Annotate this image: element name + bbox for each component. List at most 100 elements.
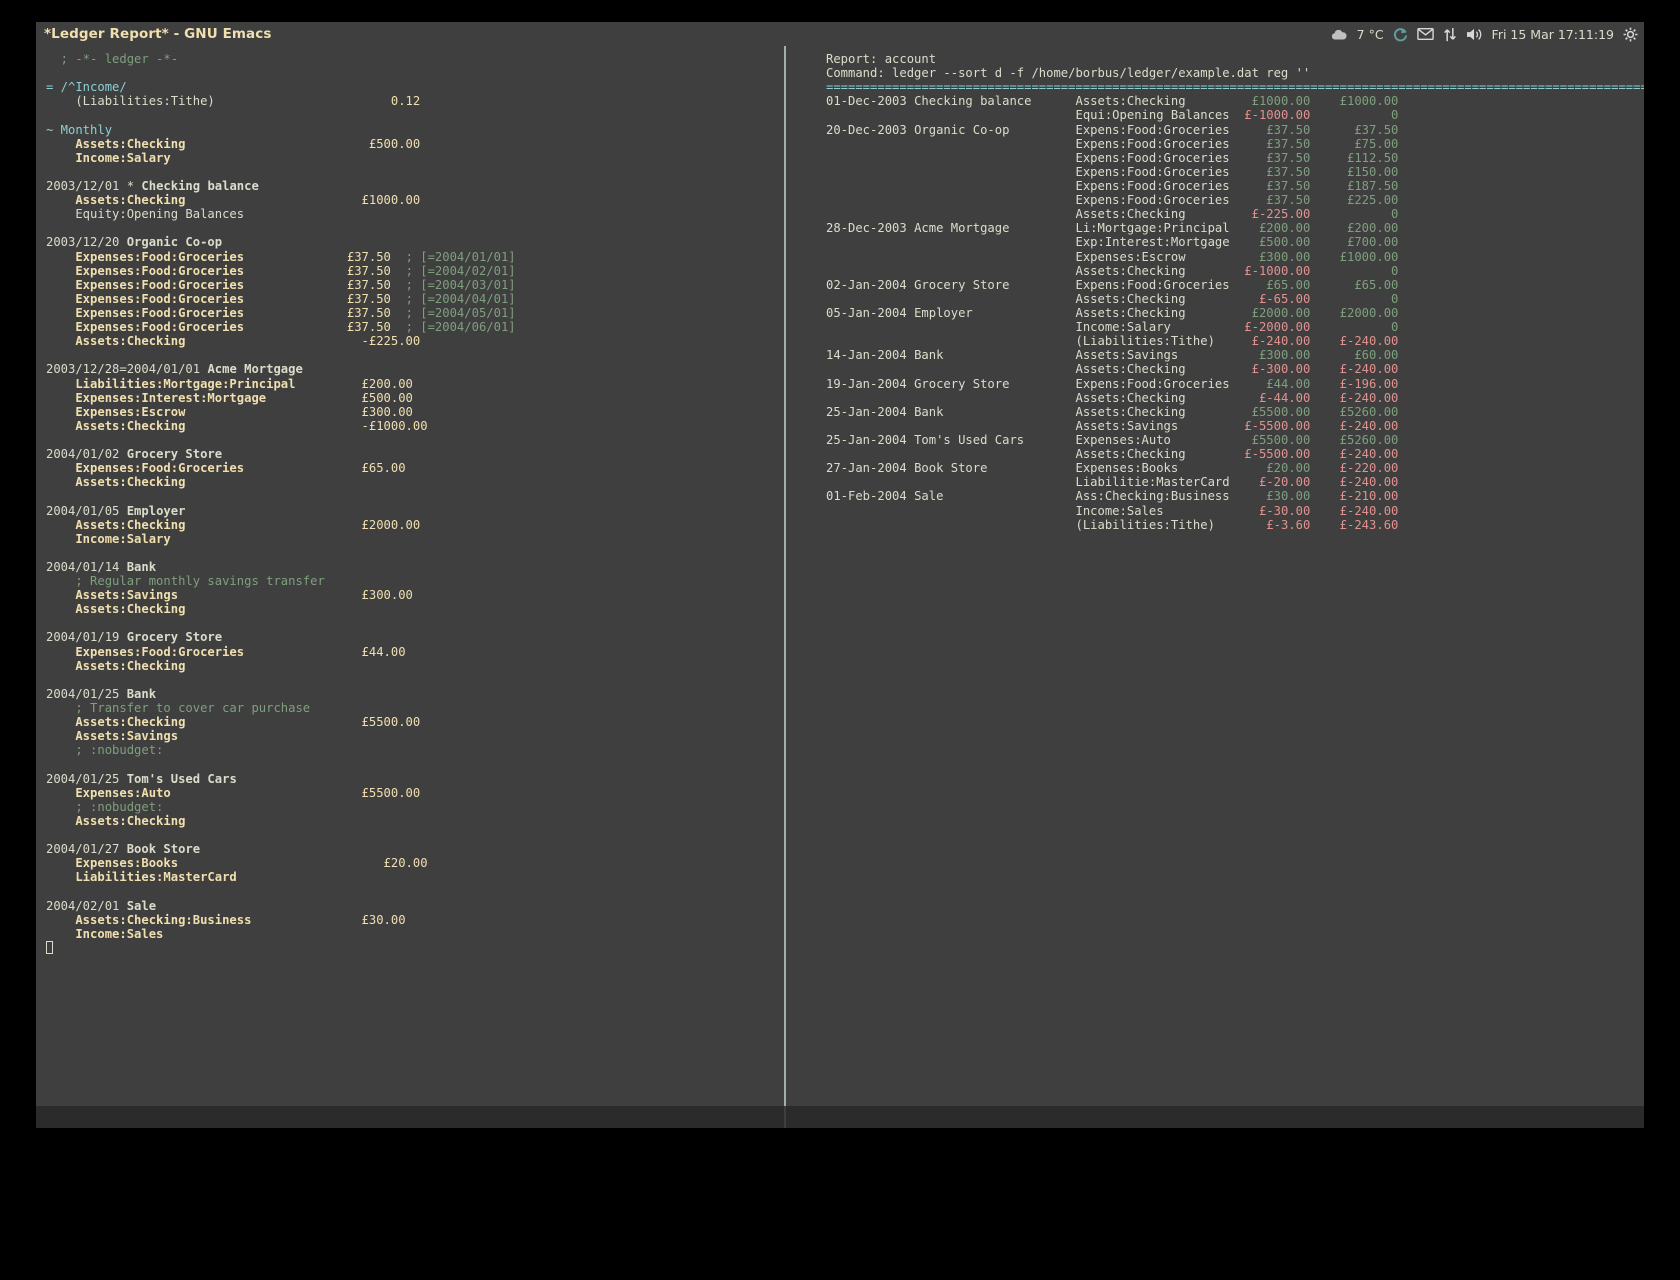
report-running-total: £37.50 xyxy=(1325,123,1398,137)
posting-account: Expenses:Books xyxy=(46,856,178,870)
source-periodic-xact: ~ Monthly xyxy=(46,123,112,137)
posting-account: Expenses:Interest:Mortgage xyxy=(46,391,266,405)
report-payee xyxy=(914,235,1075,249)
report-account: Expenses:Auto xyxy=(1076,433,1237,447)
report-payee: Organic Co-op xyxy=(914,123,1075,137)
source-line: 2004/01/05 Employer xyxy=(36,504,784,518)
source-line: Assets:Checking xyxy=(36,814,784,828)
posting-account: Assets:Checking xyxy=(46,334,185,348)
source-line: Expenses:Food:Groceries £65.00 xyxy=(36,461,784,475)
source-line: ; -*- ledger -*- xyxy=(36,52,784,66)
report-payee xyxy=(914,264,1075,278)
posting-note: ; [=2004/04/01] xyxy=(391,292,516,306)
ledger-report-text[interactable]: Report: accountCommand: ledger --sort d … xyxy=(786,46,1644,532)
report-amount: £-3.60 xyxy=(1237,518,1325,532)
report-payee xyxy=(914,504,1075,518)
posting-amount: £5500.00 xyxy=(362,786,421,800)
posting-amount: £300.00 xyxy=(362,588,413,602)
source-line: Assets:Savings £300.00 xyxy=(36,588,784,602)
report-payee: Tom's Used Cars xyxy=(914,433,1075,447)
posting-note: ; [=2004/05/01] xyxy=(391,306,516,320)
report-date xyxy=(826,250,914,264)
report-date: 28-Dec-2003 xyxy=(826,221,914,235)
gear-icon[interactable] xyxy=(1623,27,1638,42)
posting-account: Expenses:Food:Groceries xyxy=(46,278,244,292)
ledger-source-text[interactable]: ; -*- ledger -*- = /^Income/ (Liabilitie… xyxy=(36,46,784,955)
report-account: Assets:Checking xyxy=(1076,306,1237,320)
source-line: Assets:Checking -£1000.00 xyxy=(36,419,784,433)
modeline-left[interactable]: -U:@--- example.dat All (64,0) (Ledger y… xyxy=(36,1106,784,1128)
table-row: Expens:Food:Groceries £37.50 £112.50 xyxy=(786,151,1644,165)
modeline-right[interactable]: -U:@%%- *Ledger Report* All (4,0) (Ledge… xyxy=(786,1106,1644,1128)
table-row: Income:Salary £-2000.00 0 xyxy=(786,320,1644,334)
volume-icon[interactable] xyxy=(1466,27,1483,42)
posting-account: Liabilities:MasterCard xyxy=(46,870,237,884)
report-payee: Grocery Store xyxy=(914,278,1075,292)
report-running-total: £112.50 xyxy=(1325,151,1398,165)
report-amount: £44.00 xyxy=(1237,377,1325,391)
source-line: Assets:Checking -£225.00 xyxy=(36,334,784,348)
report-payee: Grocery Store xyxy=(914,377,1075,391)
report-amount: £-300.00 xyxy=(1237,362,1325,376)
xact-payee: Bank xyxy=(127,560,156,574)
report-running-total: £-240.00 xyxy=(1325,391,1398,405)
table-row: 01-Dec-2003 Checking balance Assets:Chec… xyxy=(786,94,1644,108)
xact-date: 2003/12/01 xyxy=(46,179,127,193)
posting-amount: £37.50 xyxy=(347,306,391,320)
report-amount: £5500.00 xyxy=(1237,433,1325,447)
posting-account: Expenses:Food:Groceries xyxy=(46,264,244,278)
report-running-total: £150.00 xyxy=(1325,165,1398,179)
xact-payee: Employer xyxy=(127,504,186,518)
source-line: Assets:Savings xyxy=(36,729,784,743)
xact-date: 2003/12/20 xyxy=(46,235,127,249)
xact-payee: Grocery Store xyxy=(127,447,222,461)
report-amount: £-30.00 xyxy=(1237,504,1325,518)
source-line: Expenses:Escrow £300.00 xyxy=(36,405,784,419)
table-row: Expens:Food:Groceries £37.50 £225.00 xyxy=(786,193,1644,207)
emacs-frame: ; -*- ledger -*- = /^Income/ (Liabilitie… xyxy=(36,46,1644,1128)
source-line xyxy=(36,546,784,560)
report-date: 05-Jan-2004 xyxy=(826,306,914,320)
mail-icon[interactable] xyxy=(1417,28,1434,40)
report-account: Expens:Food:Groceries xyxy=(1076,137,1237,151)
source-line: Expenses:Food:Groceries £37.50 ; [=2004/… xyxy=(36,306,784,320)
posting-account: Expenses:Auto xyxy=(46,786,171,800)
ledger-report-window[interactable]: Report: accountCommand: ledger --sort d … xyxy=(786,46,1644,1106)
report-payee xyxy=(914,165,1075,179)
report-amount: £2000.00 xyxy=(1237,306,1325,320)
network-updown-icon[interactable] xyxy=(1443,27,1457,42)
report-running-total: £65.00 xyxy=(1325,278,1398,292)
report-date: 25-Jan-2004 xyxy=(826,433,914,447)
posting-account: Expenses:Escrow xyxy=(46,405,185,419)
window-titlebar: *Ledger Report* - GNU Emacs 7 °C xyxy=(36,22,1644,46)
source-line xyxy=(36,616,784,630)
table-row: 02-Jan-2004 Grocery Store Expens:Food:Gr… xyxy=(786,278,1644,292)
posting-account: Assets:Checking xyxy=(46,715,185,729)
report-amount: £-1000.00 xyxy=(1237,108,1325,122)
table-row: 19-Jan-2004 Grocery Store Expens:Food:Gr… xyxy=(786,377,1644,391)
report-running-total: £-240.00 xyxy=(1325,362,1398,376)
source-line: ; Transfer to cover car purchase xyxy=(36,701,784,715)
report-amount: £37.50 xyxy=(1237,151,1325,165)
report-date xyxy=(826,137,914,151)
source-line: Assets:Checking xyxy=(36,602,784,616)
posting-account: Expenses:Food:Groceries xyxy=(46,292,244,306)
report-date xyxy=(826,264,914,278)
source-line xyxy=(36,941,784,955)
report-running-total: £2000.00 xyxy=(1325,306,1398,320)
ledger-source-window[interactable]: ; -*- ledger -*- = /^Income/ (Liabilitie… xyxy=(36,46,784,1106)
report-running-total: £200.00 xyxy=(1325,221,1398,235)
report-amount: £300.00 xyxy=(1237,250,1325,264)
posting-amount: £300.00 xyxy=(362,405,413,419)
table-row: Assets:Checking £-225.00 0 xyxy=(786,207,1644,221)
report-account: Assets:Checking xyxy=(1076,405,1237,419)
report-amount: £1000.00 xyxy=(1237,94,1325,108)
refresh-icon[interactable] xyxy=(1393,27,1408,42)
source-line xyxy=(36,828,784,842)
report-payee xyxy=(914,320,1075,334)
source-line: Assets:Checking xyxy=(36,659,784,673)
report-payee: Sale xyxy=(914,489,1075,503)
report-date xyxy=(826,334,914,348)
report-payee xyxy=(914,447,1075,461)
report-running-total: £-196.00 xyxy=(1325,377,1398,391)
